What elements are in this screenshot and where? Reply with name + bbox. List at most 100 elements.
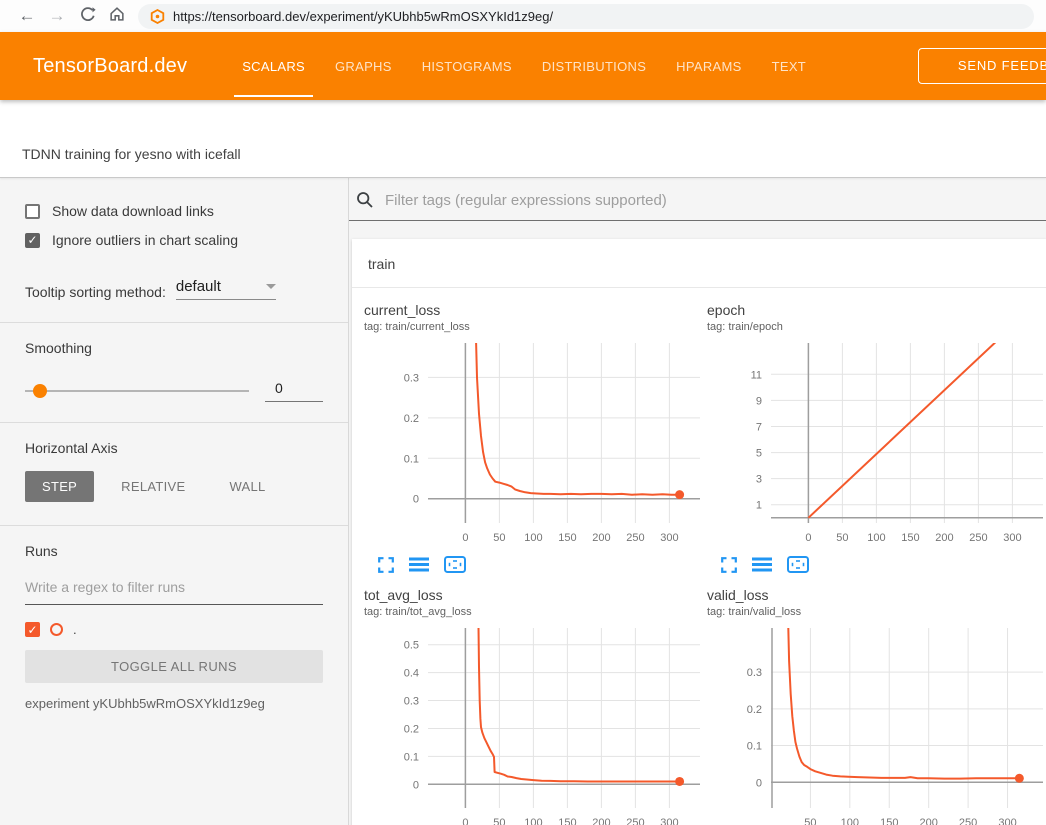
url-text: https://tensorboard.dev/experiment/yKUbh… bbox=[173, 9, 553, 24]
chart-plot[interactable]: 05010015020025030000.10.20.3 bbox=[364, 339, 707, 554]
fit-domain-icon[interactable] bbox=[444, 556, 466, 573]
svg-text:250: 250 bbox=[969, 532, 987, 544]
tab-distributions[interactable]: DISTRIBUTIONS bbox=[527, 32, 661, 100]
svg-text:0.2: 0.2 bbox=[404, 413, 419, 425]
tab-scalars[interactable]: SCALARS bbox=[227, 32, 320, 100]
app-header: TensorBoard.dev SCALARSGRAPHSHISTOGRAMSD… bbox=[0, 32, 1046, 100]
toggle-all-runs-button[interactable]: TOGGLE ALL RUNS bbox=[25, 650, 323, 683]
fit-domain-icon[interactable] bbox=[787, 556, 809, 573]
ignore-outliers-checkbox[interactable]: ✓ bbox=[25, 233, 40, 248]
svg-text:150: 150 bbox=[880, 817, 898, 825]
log-scale-icon[interactable] bbox=[752, 557, 772, 572]
svg-text:300: 300 bbox=[998, 817, 1016, 825]
svg-text:0.1: 0.1 bbox=[747, 741, 762, 753]
chart-plot[interactable]: 5010015020025030000.10.20.3 bbox=[707, 624, 1046, 825]
tab-hparams[interactable]: HPARAMS bbox=[661, 32, 756, 100]
tag-filter-row[interactable]: Filter tags (regular expressions support… bbox=[349, 191, 1046, 221]
send-feedback-button[interactable]: SEND FEEDBACK bbox=[918, 48, 1046, 84]
tab-histograms[interactable]: HISTOGRAMS bbox=[407, 32, 527, 100]
svg-text:0: 0 bbox=[805, 532, 811, 544]
show-download-links-label: Show data download links bbox=[52, 203, 214, 219]
smoothing-value[interactable]: 0 bbox=[265, 380, 323, 402]
axis-option-relative[interactable]: RELATIVE bbox=[104, 471, 202, 502]
svg-text:200: 200 bbox=[935, 532, 953, 544]
expand-chart-icon[interactable] bbox=[721, 557, 737, 573]
svg-text:200: 200 bbox=[592, 532, 610, 544]
reload-icon[interactable] bbox=[72, 0, 102, 34]
sidebar-divider bbox=[0, 422, 348, 423]
chart-svg: 5010015020025030000.10.20.3 bbox=[707, 624, 1045, 825]
tab-text[interactable]: TEXT bbox=[757, 32, 821, 100]
scalar-chart-tot_avg_loss: tot_avg_loss tag: train/tot_avg_loss 050… bbox=[364, 587, 707, 825]
svg-text:300: 300 bbox=[660, 532, 678, 544]
chart-tag: tag: train/tot_avg_loss bbox=[364, 606, 707, 618]
axis-option-wall[interactable]: WALL bbox=[212, 471, 282, 502]
ignore-outliers-label: Ignore outliers in chart scaling bbox=[52, 232, 238, 248]
smoothing-slider[interactable] bbox=[25, 390, 249, 392]
svg-text:0.1: 0.1 bbox=[404, 453, 419, 465]
ignore-outliers-row: ✓ Ignore outliers in chart scaling bbox=[25, 232, 323, 248]
chart-title: epoch bbox=[707, 302, 1046, 318]
svg-text:150: 150 bbox=[558, 532, 576, 544]
url-bar[interactable]: https://tensorboard.dev/experiment/yKUbh… bbox=[138, 4, 1034, 29]
chart-actions bbox=[364, 556, 707, 573]
svg-text:300: 300 bbox=[1003, 532, 1021, 544]
expand-chart-icon[interactable] bbox=[378, 557, 394, 573]
show-download-links-checkbox[interactable] bbox=[25, 204, 40, 219]
run-name: . bbox=[73, 622, 77, 637]
chart-svg: 05010015020025030000.10.20.30.40.5 bbox=[364, 624, 702, 825]
home-icon[interactable] bbox=[102, 0, 132, 34]
runs-label: Runs bbox=[25, 543, 323, 559]
svg-text:0: 0 bbox=[462, 532, 468, 544]
run-checkbox[interactable]: ✓ bbox=[25, 622, 40, 637]
brand-logo[interactable]: TensorBoard.dev bbox=[33, 55, 187, 78]
svg-text:0: 0 bbox=[413, 779, 419, 791]
experiment-caption: experiment yKUbhb5wRmOSXYkId1z9eg bbox=[25, 696, 323, 711]
tag-filter-input[interactable]: Filter tags (regular expressions support… bbox=[385, 192, 667, 209]
svg-text:0.3: 0.3 bbox=[747, 667, 762, 679]
main-panel: Filter tags (regular expressions support… bbox=[349, 178, 1046, 825]
run-color-swatch bbox=[50, 623, 63, 636]
svg-text:50: 50 bbox=[836, 532, 848, 544]
browser-toolbar: ← → https://tensorboard.dev/experiment/y… bbox=[0, 0, 1046, 32]
svg-text:11: 11 bbox=[751, 369, 762, 381]
chart-plot[interactable]: 0501001502002503001357911 bbox=[707, 339, 1046, 554]
tooltip-sorting-select[interactable]: default bbox=[176, 278, 276, 300]
chart-actions bbox=[707, 556, 1046, 573]
scalar-chart-epoch: epoch tag: train/epoch 05010015020025030… bbox=[707, 302, 1046, 573]
svg-text:0: 0 bbox=[756, 777, 762, 789]
svg-text:100: 100 bbox=[841, 817, 859, 825]
chart-svg: 05010015020025030000.10.20.3 bbox=[364, 339, 702, 549]
svg-text:5: 5 bbox=[756, 448, 762, 460]
chart-tag: tag: train/current_loss bbox=[364, 321, 707, 333]
show-download-links-row: Show data download links bbox=[25, 203, 323, 219]
svg-text:100: 100 bbox=[524, 532, 542, 544]
axis-option-step[interactable]: STEP bbox=[25, 471, 94, 502]
svg-text:50: 50 bbox=[493, 817, 505, 825]
svg-text:7: 7 bbox=[756, 421, 762, 433]
chart-title: valid_loss bbox=[707, 587, 1046, 603]
svg-text:100: 100 bbox=[867, 532, 885, 544]
forward-icon[interactable]: → bbox=[42, 0, 72, 32]
chart-tag: tag: train/epoch bbox=[707, 321, 1046, 333]
svg-text:300: 300 bbox=[660, 817, 678, 825]
section-title[interactable]: train bbox=[352, 239, 1046, 288]
svg-text:100: 100 bbox=[524, 817, 542, 825]
log-scale-icon[interactable] bbox=[409, 557, 429, 572]
horizontal-axis-label: Horizontal Axis bbox=[25, 440, 323, 456]
svg-text:250: 250 bbox=[626, 532, 644, 544]
experiment-title: TDNN training for yesno with icefall bbox=[22, 146, 241, 162]
tooltip-sorting-row: Tooltip sorting method: default bbox=[25, 278, 323, 300]
tab-graphs[interactable]: GRAPHS bbox=[320, 32, 407, 100]
svg-text:3: 3 bbox=[756, 474, 762, 486]
svg-text:250: 250 bbox=[626, 817, 644, 825]
train-section-card: train current_loss tag: train/current_lo… bbox=[352, 239, 1046, 825]
svg-text:0.2: 0.2 bbox=[747, 704, 762, 716]
chart-plot[interactable]: 05010015020025030000.10.20.30.40.5 bbox=[364, 624, 707, 825]
back-icon[interactable]: ← bbox=[12, 0, 42, 32]
tooltip-sorting-label: Tooltip sorting method: bbox=[25, 284, 166, 300]
svg-text:200: 200 bbox=[592, 817, 610, 825]
runs-filter-input[interactable]: Write a regex to filter runs bbox=[25, 579, 323, 605]
smoothing-slider-thumb[interactable] bbox=[33, 384, 47, 398]
smoothing-slider-row: 0 bbox=[25, 380, 323, 402]
